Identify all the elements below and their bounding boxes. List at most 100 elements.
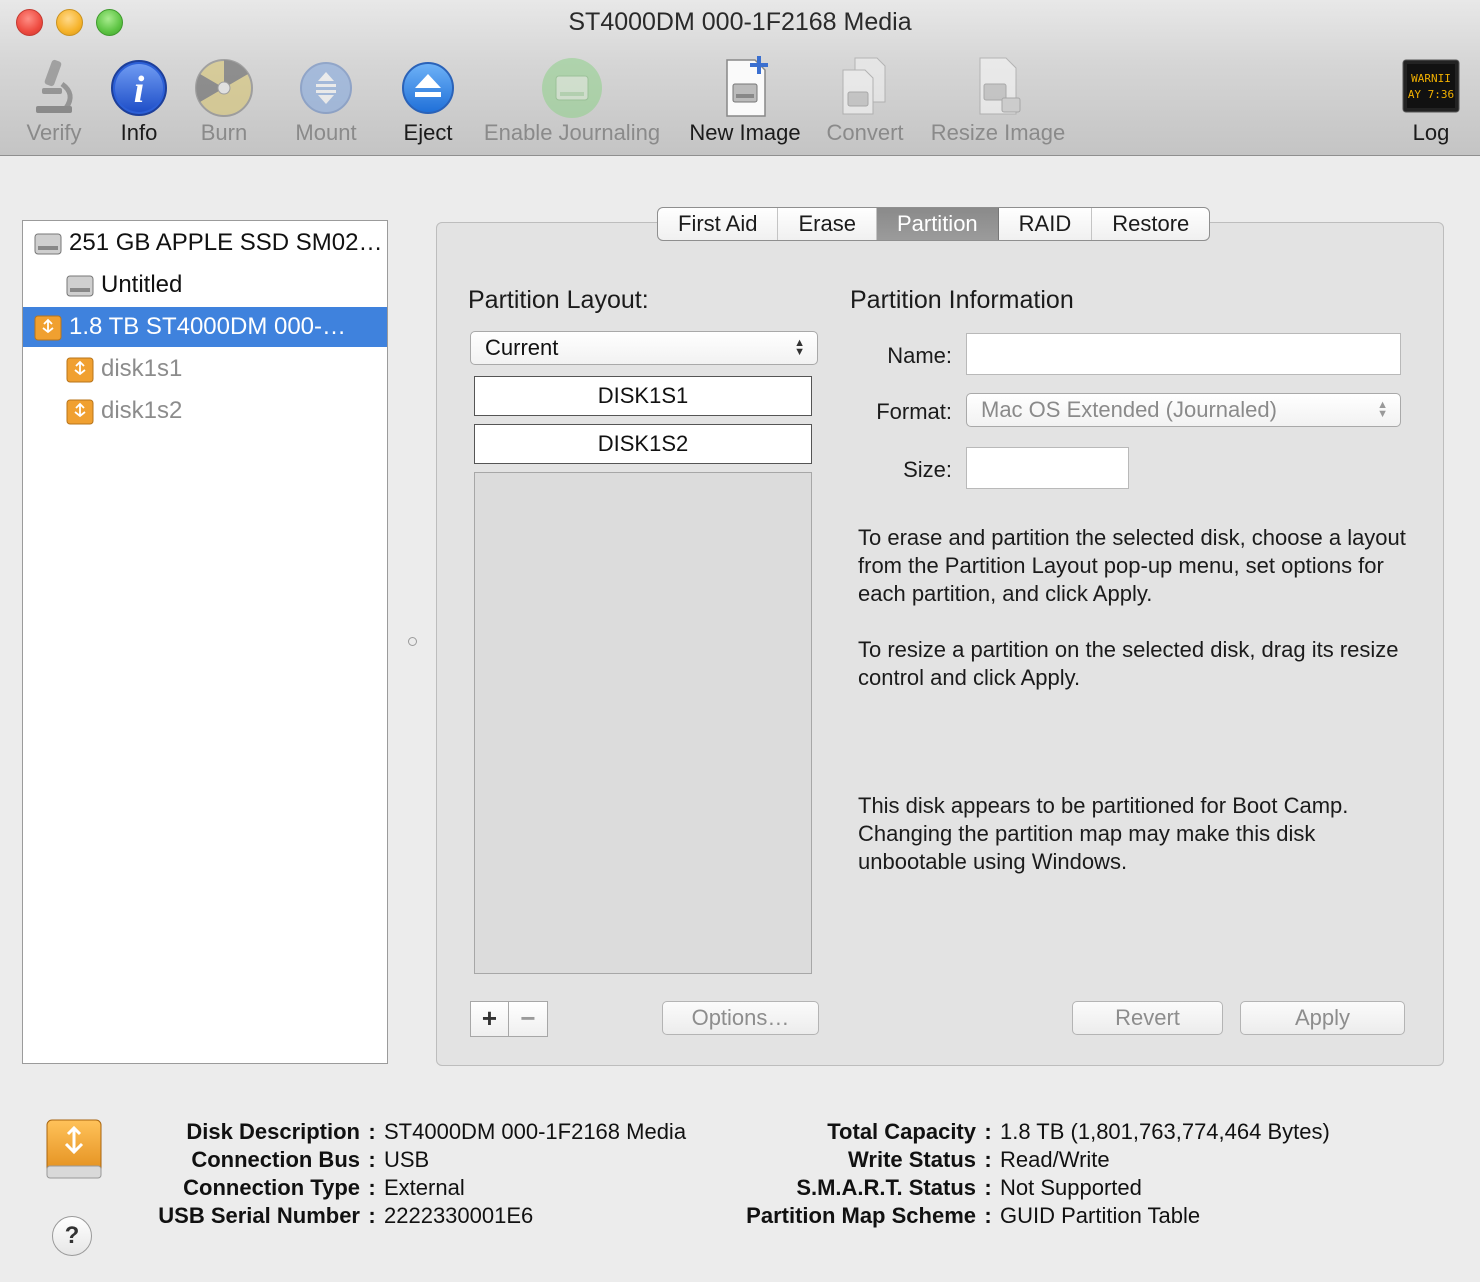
popup-arrows-icon: ▲ ▼ [1377,399,1388,420]
log-label: Log [1412,120,1450,145]
format-value: Mac OS Extended (Journaled) [981,397,1277,422]
revert-button[interactable]: Revert [1072,1001,1223,1035]
titlebar: ST4000DM 000-1F2168 Media Verify i Info … [0,0,1480,156]
disk-list-item-disk1s2[interactable]: disk1s2 [23,391,387,431]
info-key: USB Serial Number [158,1203,360,1228]
info-value: Read/Write [1000,1147,1110,1172]
info-value: USB [384,1147,430,1172]
new-image-button[interactable]: New Image [682,54,808,154]
add-partition-button[interactable]: + [471,1002,509,1036]
verify-button[interactable]: Verify [14,54,94,154]
log-icon: WARNII AY 7:36 [1402,59,1460,113]
mount-label: Mount [295,120,357,145]
svg-text:AY 7:36: AY 7:36 [1408,88,1454,101]
disk-info-right: Total Capacity : 1.8 TB (1,801,763,774,4… [700,1118,1330,1230]
usb-volume-icon [66,357,94,383]
usb-serial-number-row: USB Serial Number : 2222330001E6 [120,1202,686,1230]
total-capacity-row: Total Capacity : 1.8 TB (1,801,763,774,4… [700,1118,1330,1146]
svg-text:i: i [134,69,145,111]
erase-partition-instructions: To erase and partition the selected disk… [858,525,1406,606]
remove-partition-button[interactable]: − [509,1002,547,1036]
microscope-icon [36,59,73,113]
add-remove-partition-control: + − [470,1001,548,1037]
info-value: GUID Partition Table [1000,1203,1201,1228]
partition-layout-value: Current [485,335,559,360]
volume-label: Untitled [101,271,183,298]
disk-list-item-apple-ssd[interactable]: 251 GB APPLE SSD SM02… [23,223,387,263]
partition-information-title: Partition Information [850,286,1074,314]
resize-image-button[interactable]: Resize Image [924,54,1072,154]
disk-list-item-untitled[interactable]: Untitled [23,265,387,305]
convert-button[interactable]: Convert [820,54,910,154]
info-separator: : [368,1119,376,1144]
connection-type-row: Connection Type : External [120,1174,686,1202]
info-icon: i [111,60,167,116]
resize-image-label: Resize Image [930,120,1066,145]
info-key: Connection Type [183,1175,360,1200]
resize-partition-instructions: To resize a partition on the selected di… [858,637,1399,690]
popup-arrows-icon: ▲ ▼ [794,337,805,358]
journaling-icon [542,58,602,118]
info-label: Info [120,120,158,145]
usb-drive-icon [46,1119,102,1179]
svg-text:WARNII: WARNII [1411,72,1451,85]
name-label: Name: [887,343,952,368]
connection-bus-row: Connection Bus : USB [120,1146,686,1174]
info-key: Write Status [848,1147,976,1172]
boot-camp-warning: This disk appears to be partitioned for … [858,793,1349,874]
info-value: Not Supported [1000,1175,1142,1200]
tab-restore[interactable]: Restore [1092,208,1209,240]
burn-icon [195,59,253,117]
info-separator: : [984,1203,992,1228]
tab-erase[interactable]: Erase [778,208,877,240]
help-button[interactable]: ? [52,1216,92,1256]
usb-volume-icon [66,399,94,425]
partition-layout-popup[interactable]: Current ▲ ▼ [470,331,818,365]
info-separator: : [984,1175,992,1200]
format-popup[interactable]: Mac OS Extended (Journaled) ▲ ▼ [966,393,1401,427]
disk-label: 1.8 TB ST4000DM 000-… [69,313,347,340]
resize-image-icon [979,57,1021,115]
partition-block-disk1s2[interactable]: DISK1S2 [474,424,812,464]
disk-list-item-disk1s1[interactable]: disk1s1 [23,349,387,389]
split-view-handle[interactable] [408,637,417,646]
info-separator: : [984,1119,992,1144]
window-title: ST4000DM 000-1F2168 Media [568,8,912,36]
tab-first-aid[interactable]: First Aid [658,208,779,240]
options-button[interactable]: Options… [662,1001,819,1035]
info-separator: : [368,1175,376,1200]
tab-raid[interactable]: RAID [999,208,1093,240]
eject-label: Eject [403,120,453,145]
info-key: Connection Bus [191,1147,360,1172]
partition-layout-title: Partition Layout: [468,286,649,314]
size-label: Size: [903,457,952,482]
size-field[interactable] [966,447,1129,489]
eject-icon [402,62,454,114]
log-button[interactable]: WARNII AY 7:36 Log [1396,54,1466,154]
apply-button[interactable]: Apply [1240,1001,1405,1035]
info-value: 1.8 TB (1,801,763,774,464 Bytes) [1000,1119,1330,1144]
tab-partition[interactable]: Partition [876,208,999,240]
burn-button[interactable]: Burn [186,54,262,154]
disk-info-left: Disk Description : ST4000DM 000-1F2168 M… [120,1118,686,1230]
enable-journaling-button[interactable]: Enable Journaling [476,54,668,154]
partition-block-disk1s1[interactable]: DISK1S1 [474,376,812,416]
disk-list-item-st4000dm[interactable]: 1.8 TB ST4000DM 000-… [23,307,387,347]
info-separator: : [368,1203,376,1228]
eject-button[interactable]: Eject [392,54,464,154]
internal-volume-icon [66,275,94,297]
volume-label: disk1s1 [101,355,183,382]
burn-label: Burn [200,120,248,145]
disk-list[interactable]: 251 GB APPLE SSD SM02… Untitled 1.8 TB S… [22,220,388,1064]
tab-bar: First Aid Erase Partition RAID Restore [657,207,1211,241]
mount-button[interactable]: Mount [284,54,368,154]
info-key: Partition Map Scheme [746,1203,976,1228]
format-label: Format: [876,399,952,424]
enable-journaling-label: Enable Journaling [483,120,661,145]
info-separator: : [368,1147,376,1172]
info-value: 2222330001E6 [384,1203,534,1228]
info-key: S.M.A.R.T. Status [796,1175,976,1200]
info-value: ST4000DM 000-1F2168 Media [384,1119,687,1144]
info-button[interactable]: i Info [106,54,172,154]
name-field[interactable] [966,333,1401,375]
